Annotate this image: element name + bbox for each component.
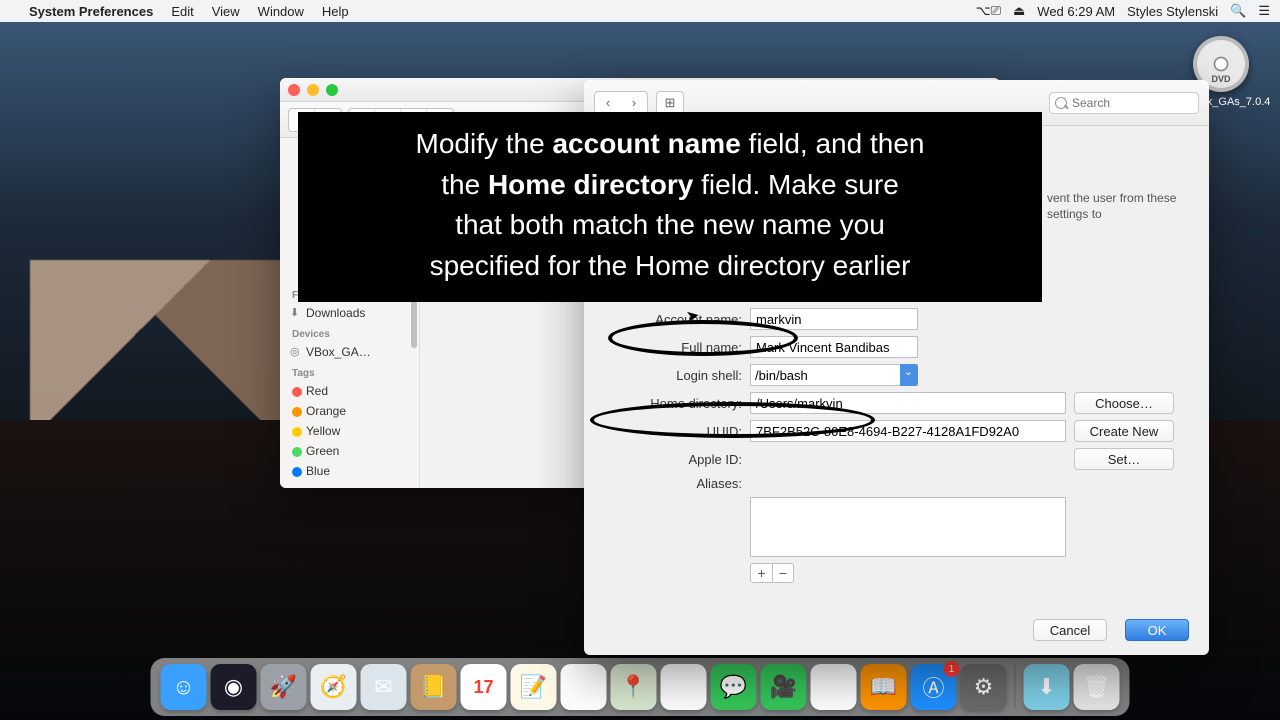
prefs-forward-button[interactable]: ›: [621, 92, 647, 114]
sidebar-tag-yellow[interactable]: Yellow: [280, 421, 419, 441]
close-button[interactable]: [288, 84, 300, 96]
download-icon: ⬇: [290, 306, 299, 319]
login-shell-label: Login shell:: [604, 368, 742, 383]
dock-contacts[interactable]: 📒: [411, 664, 457, 710]
eject-icon[interactable]: ⏏: [1013, 3, 1025, 19]
dock-launchpad[interactable]: 🚀: [261, 664, 307, 710]
dock-sysprefs[interactable]: ⚙: [961, 664, 1007, 710]
sidebar-tag-red[interactable]: Red: [280, 381, 419, 401]
dock-mail[interactable]: ✉: [361, 664, 407, 710]
badge: 1: [944, 661, 960, 677]
tag-dot-icon: [292, 387, 302, 397]
dock-photos[interactable]: ✿: [661, 664, 707, 710]
dock-separator: [1015, 665, 1016, 709]
minimize-button[interactable]: [307, 84, 319, 96]
create-new-button[interactable]: Create New: [1074, 420, 1174, 442]
menu-bar: System Preferences Edit View Window Help…: [0, 0, 1280, 22]
dock-maps[interactable]: 📍: [611, 664, 657, 710]
tag-label: Yellow: [306, 424, 340, 438]
full-name-field[interactable]: [750, 336, 918, 358]
apple-id-label: Apple ID:: [604, 452, 742, 467]
full-name-label: Full name:: [604, 340, 742, 355]
dock-calendar[interactable]: 17: [461, 664, 507, 710]
sidebar-header-tags: Tags: [280, 362, 419, 381]
dock-reminders[interactable]: ☑: [561, 664, 607, 710]
dock-ibooks[interactable]: 📖: [861, 664, 907, 710]
home-directory-field[interactable]: [750, 392, 1066, 414]
choose-button[interactable]: Choose…: [1074, 392, 1174, 414]
notifications-icon[interactable]: ☰: [1258, 3, 1270, 19]
menu-view[interactable]: View: [203, 4, 249, 19]
instruction-overlay: Modify the account name field, and then …: [298, 112, 1042, 302]
dock: ☺◉🚀🧭✉📒17📝☑📍✿💬🎥♫📖Ⓐ1⚙ ⬇🗑: [151, 658, 1130, 716]
aliases-label: Aliases:: [604, 476, 742, 491]
tag-dot-icon: [292, 447, 302, 457]
uuid-field[interactable]: [750, 420, 1066, 442]
uuid-label: UUID:: [604, 424, 742, 439]
dock-facetime[interactable]: 🎥: [761, 664, 807, 710]
set-button[interactable]: Set…: [1074, 448, 1174, 470]
dock-downloads[interactable]: ⬇: [1024, 664, 1070, 710]
account-name-field[interactable]: [750, 308, 918, 330]
dock-itunes[interactable]: ♫: [811, 664, 857, 710]
dock-finder[interactable]: ☺: [161, 664, 207, 710]
tag-dot-icon: [292, 427, 302, 437]
dock-notes[interactable]: 📝: [511, 664, 557, 710]
menu-window[interactable]: Window: [249, 4, 313, 19]
spotlight-icon[interactable]: 🔍: [1230, 3, 1246, 19]
menubar-user[interactable]: Styles Stylenski: [1127, 4, 1218, 19]
sidebar-header-devices: Devices: [280, 323, 419, 342]
sidebar-item-device[interactable]: ◎VBox_GA…: [280, 342, 419, 362]
aliases-list[interactable]: [750, 497, 1066, 557]
info-text: vent the user from these settings to: [1047, 190, 1187, 222]
dock-safari[interactable]: 🧭: [311, 664, 357, 710]
zoom-button[interactable]: [326, 84, 338, 96]
cancel-button[interactable]: Cancel: [1033, 619, 1107, 641]
menubar-clock[interactable]: Wed 6:29 AM: [1037, 4, 1115, 19]
tag-dot-icon: [292, 467, 302, 477]
prefs-search-input[interactable]: [1049, 92, 1199, 114]
menu-help[interactable]: Help: [313, 4, 358, 19]
ok-button[interactable]: OK: [1125, 619, 1189, 641]
add-alias-button[interactable]: +: [750, 563, 772, 583]
dock-trash[interactable]: 🗑: [1074, 664, 1120, 710]
home-directory-label: Home directory:: [604, 396, 742, 411]
display-icon[interactable]: ⌥⎚: [976, 3, 1001, 19]
traffic-lights: [288, 84, 338, 96]
sidebar-tag-green[interactable]: Green: [280, 441, 419, 461]
tag-label: Blue: [306, 464, 330, 478]
tag-label: Red: [306, 384, 328, 398]
sidebar-tag-blue[interactable]: Blue: [280, 461, 419, 481]
disc-icon: ◎: [290, 345, 300, 358]
login-shell-select[interactable]: /bin/bash: [750, 364, 918, 386]
tag-dot-icon: [292, 407, 302, 417]
dock-messages[interactable]: 💬: [711, 664, 757, 710]
tag-label: Green: [306, 444, 339, 458]
prefs-search: [1049, 92, 1199, 114]
tag-label: Orange: [306, 404, 346, 418]
dock-appstore[interactable]: Ⓐ1: [911, 664, 957, 710]
account-name-label: Account name:: [604, 312, 742, 327]
menu-edit[interactable]: Edit: [162, 4, 202, 19]
sidebar-item-downloads[interactable]: ⬇Downloads: [280, 303, 419, 323]
sidebar-tag-orange[interactable]: Orange: [280, 401, 419, 421]
prefs-grid-button[interactable]: ⊞: [657, 92, 683, 114]
dock-siri[interactable]: ◉: [211, 664, 257, 710]
prefs-back-button[interactable]: ‹: [595, 92, 621, 114]
remove-alias-button[interactable]: −: [772, 563, 794, 583]
app-menu[interactable]: System Preferences: [20, 4, 162, 19]
